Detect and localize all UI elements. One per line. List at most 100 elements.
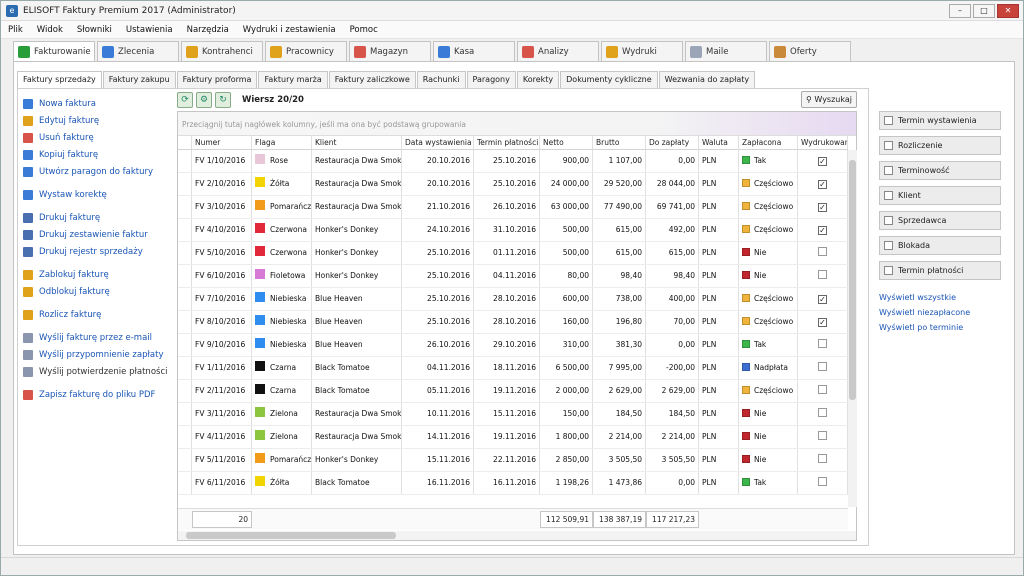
table-row[interactable]: FV 1/11/2016 Czarna Black Tomatoe 04.11.201… [178, 357, 848, 380]
row-selector[interactable] [178, 472, 192, 494]
row-selector[interactable] [178, 449, 192, 471]
document-tab-3[interactable]: Faktury marża [258, 71, 328, 88]
menu-item-6[interactable]: Pomoc [343, 25, 385, 35]
column-header-netto[interactable]: Netto [540, 136, 593, 149]
module-tab-2[interactable]: Kontrahenci [181, 41, 263, 61]
action-link[interactable]: Edytuj fakturę [23, 112, 173, 129]
printed-checkbox[interactable] [818, 454, 827, 463]
filter-button[interactable]: Klient [879, 186, 1001, 205]
printed-checkbox[interactable]: ✓ [818, 203, 827, 212]
action-link[interactable]: Wyślij fakturę przez e-mail [23, 329, 173, 346]
action-link[interactable]: Usuń fakturę [23, 129, 173, 146]
column-header-klient[interactable]: Klient [312, 136, 402, 149]
maximize-button[interactable]: □ [973, 4, 995, 18]
table-row[interactable]: FV 3/11/2016 Zielona Restauracja Dwa Smoki… [178, 403, 848, 426]
filter-checkbox[interactable] [884, 266, 893, 275]
document-tab-9[interactable]: Wezwania do zapłaty [658, 71, 756, 88]
row-selector[interactable] [178, 357, 192, 379]
filter-checkbox[interactable] [884, 241, 893, 250]
printed-checkbox[interactable] [818, 477, 827, 486]
filter-checkbox[interactable] [884, 141, 893, 150]
action-link[interactable]: Nowa faktura [23, 95, 173, 112]
row-selector[interactable] [178, 311, 192, 333]
column-header-numer[interactable]: Numer [192, 136, 252, 149]
document-tab-2[interactable]: Faktury proforma [176, 71, 258, 88]
action-link[interactable]: Rozlicz fakturę [23, 306, 173, 323]
action-link[interactable]: Odblokuj fakturę [23, 283, 173, 300]
minimize-button[interactable]: – [949, 4, 971, 18]
group-by-area[interactable]: Przeciągnij tutaj nagłówek kolumny, jeśl… [178, 112, 856, 136]
vertical-scrollbar[interactable] [848, 150, 857, 507]
table-row[interactable]: FV 6/11/2016 Żółta Black Tomatoe 16.11.2016… [178, 472, 848, 495]
action-link[interactable]: Zablokuj fakturę [23, 266, 173, 283]
printed-checkbox[interactable]: ✓ [818, 318, 827, 327]
row-selector[interactable] [178, 403, 192, 425]
module-tab-9[interactable]: Oferty [769, 41, 851, 61]
action-link[interactable]: Drukuj fakturę [23, 209, 173, 226]
filter-link[interactable]: Wyświetl wszystkie [879, 290, 1003, 305]
table-row[interactable]: FV 7/10/2016 Niebieska Blue Heaven 25.10.20… [178, 288, 848, 311]
action-link[interactable]: Drukuj rejestr sprzedaży [23, 243, 173, 260]
printed-checkbox[interactable] [818, 362, 827, 371]
close-button[interactable]: ✕ [997, 4, 1019, 18]
table-row[interactable]: FV 5/11/2016 Pomarańcz Honker's Donkey 15.1… [178, 449, 848, 472]
row-selector[interactable] [178, 242, 192, 264]
document-tab-1[interactable]: Faktury zakupu [102, 71, 176, 88]
filter-button[interactable]: Termin płatności [879, 261, 1001, 280]
module-tab-3[interactable]: Pracownicy [265, 41, 347, 61]
action-link[interactable]: Wystaw korektę [23, 186, 173, 203]
module-tab-8[interactable]: Maile [685, 41, 767, 61]
printed-checkbox[interactable] [818, 247, 827, 256]
column-header-flaga[interactable]: Flaga [252, 136, 312, 149]
module-tab-1[interactable]: Zlecenia [97, 41, 179, 61]
row-selector[interactable] [178, 219, 192, 241]
filter-button[interactable]: Blokada [879, 236, 1001, 255]
module-tab-7[interactable]: Wydruki [601, 41, 683, 61]
filter-button[interactable]: Sprzedawca [879, 211, 1001, 230]
table-row[interactable]: FV 4/10/2016 Czerwona Honker's Donkey 24.10… [178, 219, 848, 242]
document-tab-6[interactable]: Paragony [466, 71, 516, 88]
printed-checkbox[interactable]: ✓ [818, 180, 827, 189]
filter-button[interactable]: Terminowość [879, 161, 1001, 180]
module-tab-0[interactable]: Fakturowanie [13, 41, 95, 62]
row-selector[interactable] [178, 265, 192, 287]
refresh-icon[interactable]: ⟳ [177, 92, 193, 108]
action-link[interactable]: Zapisz fakturę do pliku PDF [23, 386, 173, 403]
document-tab-8[interactable]: Dokumenty cykliczne [560, 71, 658, 88]
table-row[interactable]: FV 2/10/2016 Żółta Restauracja Dwa Smoki 20… [178, 173, 848, 196]
column-header-do_zaplaty[interactable]: Do zapłaty [646, 136, 699, 149]
filter-button[interactable]: Termin wystawienia [879, 111, 1001, 130]
column-header-zaplacona[interactable]: Zapłacona [739, 136, 798, 149]
menu-item-0[interactable]: Plik [1, 25, 30, 35]
printed-checkbox[interactable]: ✓ [818, 226, 827, 235]
document-tab-7[interactable]: Korekty [516, 71, 560, 88]
menu-item-5[interactable]: Wydruki i zestawienia [236, 25, 343, 35]
menu-item-1[interactable]: Widok [30, 25, 70, 35]
filter-link[interactable]: Wyświetl niezapłacone [879, 305, 1003, 320]
module-tab-6[interactable]: Analizy [517, 41, 599, 61]
printed-checkbox[interactable] [818, 339, 827, 348]
row-selector[interactable] [178, 150, 192, 172]
row-selector[interactable] [178, 426, 192, 448]
action-link[interactable]: Drukuj zestawienie faktur [23, 226, 173, 243]
settings-icon[interactable]: ⚙ [196, 92, 212, 108]
column-header-termin[interactable]: Termin płatności [474, 136, 540, 149]
printed-checkbox[interactable] [818, 408, 827, 417]
table-row[interactable]: FV 8/10/2016 Niebieska Blue Heaven 25.10.20… [178, 311, 848, 334]
module-tab-4[interactable]: Magazyn [349, 41, 431, 61]
scroll-thumb[interactable] [849, 160, 856, 400]
table-row[interactable]: FV 4/11/2016 Zielona Restauracja Dwa Smoki… [178, 426, 848, 449]
printed-checkbox[interactable]: ✓ [818, 157, 827, 166]
menu-item-4[interactable]: Narzędzia [180, 25, 236, 35]
column-header-wydrukowana[interactable]: Wydrukowana [798, 136, 848, 149]
action-link[interactable]: Utwórz paragon do faktury [23, 163, 173, 180]
filter-link[interactable]: Wyświetl po terminie [879, 320, 1003, 335]
column-header-waluta[interactable]: Waluta [699, 136, 739, 149]
document-tab-5[interactable]: Rachunki [416, 71, 466, 88]
filter-checkbox[interactable] [884, 216, 893, 225]
printed-checkbox[interactable] [818, 270, 827, 279]
scroll-thumb[interactable] [186, 532, 396, 539]
horizontal-scrollbar[interactable] [178, 531, 856, 540]
table-row[interactable]: FV 2/11/2016 Czarna Black Tomatoe 05.11.201… [178, 380, 848, 403]
row-selector[interactable] [178, 288, 192, 310]
